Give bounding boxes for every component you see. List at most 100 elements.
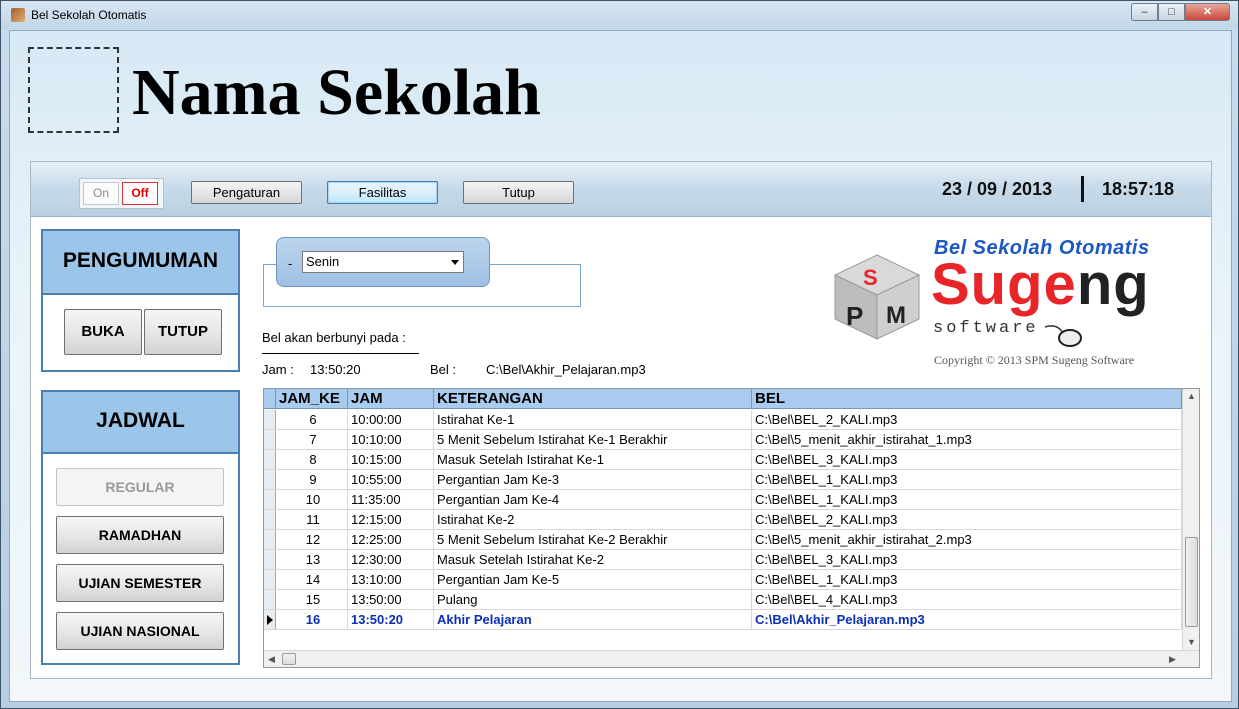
cell-jam[interactable]: 13:50:20 bbox=[348, 610, 434, 629]
row-header[interactable] bbox=[264, 570, 276, 589]
cell-jam-ke[interactable]: 8 bbox=[276, 450, 348, 469]
vertical-scrollbar[interactable]: ▲ ▼ bbox=[1182, 389, 1199, 651]
cell-jam-ke[interactable]: 13 bbox=[276, 550, 348, 569]
row-header[interactable] bbox=[264, 550, 276, 569]
school-name: Nama Sekolah bbox=[132, 56, 541, 129]
table-row[interactable]: 16 13:50:20 Akhir Pelajaran C:\Bel\Akhir_Pe… bbox=[264, 610, 1182, 630]
table-row[interactable]: 11 12:15:00 Istirahat Ke-2 C:\Bel\BEL_2_KAL… bbox=[264, 510, 1182, 530]
cell-keterangan[interactable]: Istirahat Ke-2 bbox=[434, 510, 752, 529]
cell-bel[interactable]: C:\Bel\BEL_1_KALI.mp3 bbox=[752, 570, 1182, 589]
toggle-off[interactable]: Off bbox=[122, 182, 158, 205]
table-row[interactable]: 7 10:10:00 5 Menit Sebelum Istirahat Ke-1 … bbox=[264, 430, 1182, 450]
cell-jam-ke[interactable]: 11 bbox=[276, 510, 348, 529]
pengumuman-tutup-button[interactable]: TUTUP bbox=[144, 309, 222, 355]
col-header-bel[interactable]: BEL bbox=[752, 389, 1182, 408]
jam-label: Jam : bbox=[262, 362, 294, 377]
col-header-jam[interactable]: JAM bbox=[348, 389, 434, 408]
cell-keterangan[interactable]: Istirahat Ke-1 bbox=[434, 410, 752, 429]
horizontal-scrollbar[interactable]: ◀ ▶ bbox=[264, 650, 1199, 667]
dropdown-arrow-icon[interactable] bbox=[451, 260, 459, 265]
cell-bel[interactable]: C:\Bel\5_menit_akhir_istirahat_1.mp3 bbox=[752, 430, 1182, 449]
cell-jam-ke[interactable]: 16 bbox=[276, 610, 348, 629]
minimize-button[interactable]: – bbox=[1131, 3, 1158, 21]
cell-keterangan[interactable]: Akhir Pelajaran bbox=[434, 610, 752, 629]
col-header-jam-ke[interactable]: JAM_KE bbox=[276, 389, 348, 408]
table-row[interactable]: 10 11:35:00 Pergantian Jam Ke-4 C:\Bel\BEL_… bbox=[264, 490, 1182, 510]
table-row[interactable]: 9 10:55:00 Pergantian Jam Ke-3 C:\Bel\BEL_1… bbox=[264, 470, 1182, 490]
row-header[interactable] bbox=[264, 430, 276, 449]
regular-button[interactable]: REGULAR bbox=[56, 468, 224, 506]
cell-bel[interactable]: C:\Bel\BEL_2_KALI.mp3 bbox=[752, 510, 1182, 529]
maximize-button[interactable]: □ bbox=[1158, 3, 1185, 21]
cell-keterangan[interactable]: Pergantian Jam Ke-3 bbox=[434, 470, 752, 489]
scroll-right-icon[interactable]: ▶ bbox=[1169, 654, 1176, 665]
scroll-down-icon[interactable]: ▼ bbox=[1187, 637, 1196, 647]
cell-keterangan[interactable]: 5 Menit Sebelum Istirahat Ke-1 Berakhir bbox=[434, 430, 752, 449]
col-header-keterangan[interactable]: KETERANGAN bbox=[434, 389, 752, 408]
cell-bel[interactable]: C:\Bel\5_menit_akhir_istirahat_2.mp3 bbox=[752, 530, 1182, 549]
pengaturan-button[interactable]: Pengaturan bbox=[191, 181, 302, 204]
row-header[interactable] bbox=[264, 610, 276, 629]
horizontal-scroll-thumb[interactable] bbox=[282, 653, 296, 665]
cell-jam[interactable]: 12:15:00 bbox=[348, 510, 434, 529]
table-row[interactable]: 14 13:10:00 Pergantian Jam Ke-5 C:\Bel\BEL_… bbox=[264, 570, 1182, 590]
cell-bel[interactable]: C:\Bel\BEL_1_KALI.mp3 bbox=[752, 470, 1182, 489]
cell-jam[interactable]: 13:10:00 bbox=[348, 570, 434, 589]
cell-jam[interactable]: 10:15:00 bbox=[348, 450, 434, 469]
jadwal-title: JADWAL bbox=[43, 392, 238, 454]
ramadhan-button[interactable]: RAMADHAN bbox=[56, 516, 224, 554]
cell-bel[interactable]: C:\Bel\BEL_1_KALI.mp3 bbox=[752, 490, 1182, 509]
table-row[interactable]: 6 10:00:00 Istirahat Ke-1 C:\Bel\BEL_2_KALI… bbox=[264, 410, 1182, 430]
cell-jam-ke[interactable]: 12 bbox=[276, 530, 348, 549]
table-row[interactable]: 15 13:50:00 Pulang C:\Bel\BEL_4_KALI.mp3 bbox=[264, 590, 1182, 610]
vertical-scroll-thumb[interactable] bbox=[1185, 537, 1198, 627]
power-toggle[interactable]: On Off bbox=[79, 178, 164, 209]
schedule-grid[interactable]: JAM_KE JAM KETERANGAN BEL 6 10:00:00 Istir… bbox=[263, 388, 1200, 668]
title-bar[interactable]: Bel Sekolah Otomatis – □ ✕ bbox=[1, 1, 1238, 29]
cell-jam[interactable]: 12:30:00 bbox=[348, 550, 434, 569]
cell-jam[interactable]: 13:50:00 bbox=[348, 590, 434, 609]
row-header[interactable] bbox=[264, 410, 276, 429]
cell-jam[interactable]: 10:00:00 bbox=[348, 410, 434, 429]
cell-bel[interactable]: C:\Bel\BEL_2_KALI.mp3 bbox=[752, 410, 1182, 429]
cell-keterangan[interactable]: Pergantian Jam Ke-4 bbox=[434, 490, 752, 509]
table-row[interactable]: 8 10:15:00 Masuk Setelah Istirahat Ke-1 C:\… bbox=[264, 450, 1182, 470]
cell-bel[interactable]: C:\Bel\BEL_3_KALI.mp3 bbox=[752, 550, 1182, 569]
toggle-on[interactable]: On bbox=[83, 182, 119, 205]
table-row[interactable]: 13 12:30:00 Masuk Setelah Istirahat Ke-2 C:… bbox=[264, 550, 1182, 570]
cell-jam[interactable]: 10:55:00 bbox=[348, 470, 434, 489]
cell-keterangan[interactable]: Pulang bbox=[434, 590, 752, 609]
cell-keterangan[interactable]: Masuk Setelah Istirahat Ke-2 bbox=[434, 550, 752, 569]
row-header[interactable] bbox=[264, 510, 276, 529]
ujian-nasional-button[interactable]: UJIAN NASIONAL bbox=[56, 612, 224, 650]
ujian-semester-button[interactable]: UJIAN SEMESTER bbox=[56, 564, 224, 602]
row-header[interactable] bbox=[264, 590, 276, 609]
table-row[interactable]: 12 12:25:00 5 Menit Sebelum Istirahat Ke-2… bbox=[264, 530, 1182, 550]
fasilitas-button[interactable]: Fasilitas bbox=[327, 181, 438, 204]
day-select[interactable]: Senin bbox=[302, 251, 464, 273]
cell-keterangan[interactable]: Masuk Setelah Istirahat Ke-1 bbox=[434, 450, 752, 469]
cell-jam[interactable]: 11:35:00 bbox=[348, 490, 434, 509]
cell-jam-ke[interactable]: 15 bbox=[276, 590, 348, 609]
scroll-up-icon[interactable]: ▲ bbox=[1187, 391, 1196, 401]
close-button[interactable]: ✕ bbox=[1185, 3, 1230, 21]
cell-bel[interactable]: C:\Bel\BEL_4_KALI.mp3 bbox=[752, 590, 1182, 609]
cell-bel[interactable]: C:\Bel\BEL_3_KALI.mp3 bbox=[752, 450, 1182, 469]
cell-jam-ke[interactable]: 7 bbox=[276, 430, 348, 449]
cell-jam-ke[interactable]: 6 bbox=[276, 410, 348, 429]
row-header[interactable] bbox=[264, 470, 276, 489]
cell-jam-ke[interactable]: 9 bbox=[276, 470, 348, 489]
cell-keterangan[interactable]: 5 Menit Sebelum Istirahat Ke-2 Berakhir bbox=[434, 530, 752, 549]
cell-bel[interactable]: C:\Bel\Akhir_Pelajaran.mp3 bbox=[752, 610, 1182, 629]
cell-jam-ke[interactable]: 10 bbox=[276, 490, 348, 509]
cell-jam[interactable]: 10:10:00 bbox=[348, 430, 434, 449]
tutup-button[interactable]: Tutup bbox=[463, 181, 574, 204]
row-header[interactable] bbox=[264, 490, 276, 509]
cell-jam[interactable]: 12:25:00 bbox=[348, 530, 434, 549]
row-header[interactable] bbox=[264, 530, 276, 549]
buka-button[interactable]: BUKA bbox=[64, 309, 142, 355]
scroll-left-icon[interactable]: ◀ bbox=[268, 654, 275, 665]
cell-keterangan[interactable]: Pergantian Jam Ke-5 bbox=[434, 570, 752, 589]
cell-jam-ke[interactable]: 14 bbox=[276, 570, 348, 589]
row-header[interactable] bbox=[264, 450, 276, 469]
